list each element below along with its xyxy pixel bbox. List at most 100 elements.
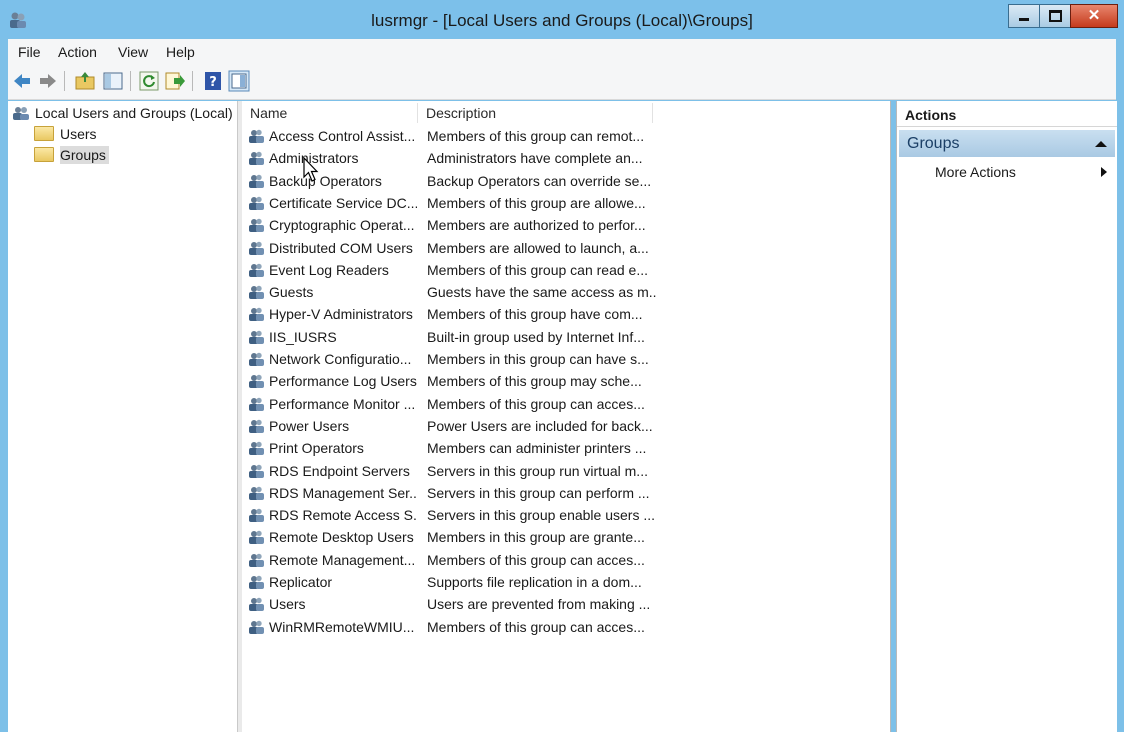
group-name: WinRMRemoteWMIU... (269, 618, 415, 635)
group-description: Members of this group are allowe... (427, 194, 646, 211)
table-row[interactable]: Hyper-V Administrators Members of this gr… (242, 303, 890, 325)
help-icon[interactable]: ? (202, 70, 224, 92)
group-icon (249, 308, 264, 322)
toolbar: ? (8, 65, 1116, 100)
more-actions-item[interactable]: More Actions (935, 164, 1016, 180)
table-row[interactable]: Users Users are prevented from making ... (242, 593, 890, 615)
group-icon (249, 575, 264, 589)
group-description: Members of this group can acces... (427, 395, 645, 412)
users-groups-icon (13, 107, 29, 120)
group-icon (249, 375, 264, 389)
folder-icon (34, 126, 54, 141)
group-description: Members in this group are grante... (427, 529, 645, 546)
toolbar-separator (130, 71, 131, 91)
console-tree-icon[interactable] (102, 70, 124, 92)
group-description: Users are prevented from making ... (427, 596, 651, 613)
group-icon (249, 397, 264, 411)
group-name: RDS Management Ser... (269, 484, 417, 501)
table-row[interactable]: WinRMRemoteWMIU... Members of this group … (242, 616, 890, 638)
table-row[interactable]: Access Control Assist... Members of this … (242, 125, 890, 147)
title-bar[interactable]: lusrmgr - [Local Users and Groups (Local… (0, 0, 1124, 38)
group-name: RDS Endpoint Servers (269, 462, 410, 479)
group-name: Performance Monitor ... (269, 395, 416, 412)
action-pane-icon[interactable] (228, 70, 250, 92)
forward-arrow-icon[interactable] (37, 70, 59, 92)
collapse-arrow-icon[interactable] (1095, 141, 1107, 147)
export-list-icon[interactable] (164, 70, 186, 92)
table-row[interactable]: RDS Endpoint Servers Servers in this grou… (242, 460, 890, 482)
group-name: RDS Remote Access S... (269, 507, 417, 524)
menu-view[interactable]: View (118, 44, 148, 60)
minimize-button[interactable] (1008, 4, 1040, 28)
tree-item-groups[interactable]: Groups (34, 146, 109, 164)
table-row[interactable]: Certificate Service DC... Members of this… (242, 192, 890, 214)
menu-help[interactable]: Help (166, 44, 195, 60)
minimize-icon (1019, 18, 1029, 21)
table-row[interactable]: Remote Desktop Users Members in this grou… (242, 526, 890, 548)
group-description: Supports file replication in a dom... (427, 574, 642, 590)
actions-header: Actions (897, 101, 1117, 127)
group-description: Guests have the same access as m... (427, 284, 657, 301)
table-row[interactable]: Performance Monitor ... Members of this g… (242, 393, 890, 415)
actions-pane: Actions Groups More Actions (896, 101, 1117, 732)
table-row[interactable]: Print Operators Members can administer pr… (242, 437, 890, 459)
group-description: Members in this group can have s... (427, 351, 649, 367)
group-description: Power Users are included for back... (427, 417, 653, 434)
table-row[interactable]: Replicator Supports file replication in a… (242, 571, 890, 593)
group-name: Performance Log Users (269, 373, 417, 390)
mmc-window: lusrmgr - [Local Users and Groups (Local… (0, 0, 1124, 732)
close-button[interactable]: ✕ (1070, 4, 1118, 28)
group-icon (249, 553, 264, 567)
column-header-name[interactable]: Name (250, 105, 287, 121)
table-row[interactable]: Cryptographic Operat... Members are autho… (242, 214, 890, 236)
group-icon (249, 620, 264, 634)
group-icon (249, 464, 264, 478)
group-name: IIS_IUSRS (269, 328, 337, 345)
group-description: Servers in this group run virtual m... (427, 462, 648, 479)
menu-file[interactable]: File (18, 44, 41, 60)
submenu-arrow-icon[interactable] (1101, 167, 1107, 177)
table-row[interactable]: Backup Operators Backup Operators can ove… (242, 170, 890, 192)
actions-title: Actions (905, 107, 957, 123)
table-row[interactable]: Network Configuratio... Members in this g… (242, 348, 890, 370)
group-icon (249, 441, 264, 456)
group-description: Servers in this group enable users ... (427, 507, 656, 524)
column-divider[interactable] (417, 103, 418, 123)
table-row[interactable]: Performance Log Users Members of this gro… (242, 370, 890, 392)
group-name: Power Users (269, 417, 350, 434)
table-row[interactable]: Power Users Power Users are included for … (242, 415, 890, 437)
table-row[interactable]: Administrators Administrators have comple… (242, 147, 890, 169)
tree-item-users[interactable]: Users (34, 126, 97, 142)
table-row[interactable]: RDS Management Ser... Servers in this gro… (242, 482, 890, 504)
table-row[interactable]: Guests Guests have the same access as m..… (242, 281, 890, 303)
menu-action[interactable]: Action (58, 44, 97, 60)
group-name: Remote Management... (269, 551, 416, 568)
maximize-button[interactable] (1039, 4, 1071, 28)
table-row[interactable]: IIS_IUSRS Built-in group used by Internet… (242, 326, 890, 348)
group-description: Servers in this group can perform ... (427, 484, 650, 501)
table-row[interactable]: Event Log Readers Members of this group c… (242, 259, 890, 281)
back-arrow-icon[interactable] (11, 70, 33, 92)
group-name: Network Configuratio... (269, 351, 412, 367)
window-title: lusrmgr - [Local Users and Groups (Local… (371, 11, 753, 30)
group-name: Access Control Assist... (269, 128, 416, 144)
group-description: Members of this group can remot... (427, 128, 645, 144)
group-description: Members can administer printers ... (427, 440, 647, 457)
tree-item-root[interactable]: Local Users and Groups (Local) (12, 105, 233, 121)
group-icon (249, 196, 264, 210)
refresh-icon[interactable] (138, 70, 160, 92)
actions-section-groups[interactable]: Groups (899, 130, 1115, 157)
column-divider[interactable] (652, 103, 653, 123)
table-row[interactable]: Distributed COM Users Members are allowed… (242, 237, 890, 259)
folder-icon (34, 147, 54, 162)
group-description: Backup Operators can override se... (427, 172, 652, 189)
column-header-description[interactable]: Description (426, 105, 496, 121)
group-name: Replicator (269, 574, 333, 590)
group-icon (249, 174, 264, 188)
table-row[interactable]: Remote Management... Members of this grou… (242, 549, 890, 571)
group-icon (249, 129, 264, 143)
group-name: Guests (269, 284, 314, 301)
table-row[interactable]: RDS Remote Access S... Servers in this gr… (242, 504, 890, 526)
groups-list: Name Description Access Control Assist..… (242, 101, 891, 732)
up-folder-icon[interactable] (74, 70, 96, 92)
